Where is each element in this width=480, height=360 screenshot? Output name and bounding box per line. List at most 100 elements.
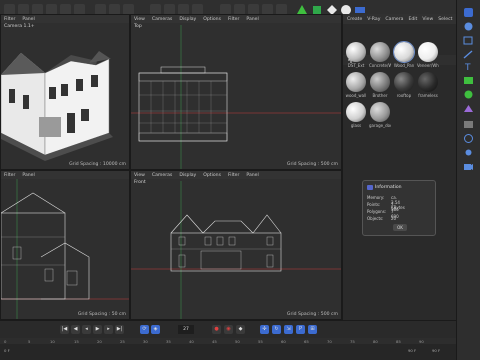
material-swatch[interactable]: Brother	[369, 72, 391, 98]
material-label: frameless	[418, 93, 438, 98]
param-key-button[interactable]: P	[296, 325, 305, 334]
move-key-button[interactable]: ✣	[260, 325, 269, 334]
material-label: Brother	[372, 93, 388, 98]
extrude-icon[interactable]	[463, 76, 474, 85]
material-swatch-selected[interactable]: Wood_Pan	[393, 41, 415, 68]
record-auto-button[interactable]: ◉	[224, 325, 233, 334]
material-swatch[interactable]: rooftop	[393, 72, 415, 98]
house-front-wireframe	[131, 181, 341, 319]
menu-vray[interactable]: V-Ray	[367, 17, 380, 22]
svg-text:T: T	[464, 63, 471, 71]
house-top-wireframe	[131, 25, 341, 169]
status-max-frame: 90 F	[432, 348, 441, 353]
info-label: Points:	[367, 202, 381, 207]
material-preview	[346, 42, 366, 62]
info-row-objects: Objects: 20	[367, 216, 396, 221]
material-preview	[346, 102, 366, 122]
material-swatch[interactable]: wood_wall	[345, 72, 367, 98]
material-swatch[interactable]: Veneer/Whit	[417, 42, 439, 68]
spline-icon[interactable]	[463, 36, 474, 45]
pla-key-button[interactable]: ⊞	[308, 325, 317, 334]
material-preview	[346, 72, 366, 92]
material-label: DST_Ext	[347, 63, 365, 68]
material-label: glass	[350, 123, 362, 128]
timeline-status: 0 F 90 F 90 F	[0, 344, 456, 360]
globe-icon[interactable]	[463, 134, 474, 143]
grid-spacing: Grid Spacing : 50 cm	[77, 312, 126, 317]
cinema4d-window: Filter Panel Camera 1.1+ Grid Spacing : …	[0, 0, 480, 360]
deformer-icon[interactable]	[463, 104, 474, 113]
pen-icon[interactable]	[463, 50, 474, 59]
grid-spacing: Grid Spacing : 10000 cm	[69, 162, 126, 167]
material-preview	[370, 72, 390, 92]
information-dialog: Information Memory: ca. 2.54 KBytes Poin…	[362, 180, 436, 236]
info-row-memory: Memory: ca. 2.54 KBytes	[367, 195, 405, 210]
camera-icon[interactable]	[463, 162, 474, 171]
material-label: Veneer/Whit	[417, 63, 439, 68]
play-button[interactable]: ▶	[93, 325, 102, 334]
house-perspective	[1, 51, 113, 161]
record-button[interactable]: ●	[212, 325, 221, 334]
grid-spacing: Grid Spacing : 500 cm	[286, 312, 338, 317]
ok-button[interactable]: OK	[393, 224, 407, 231]
menu-view[interactable]: View	[422, 17, 433, 22]
status-end-frame: 90 F	[408, 348, 417, 353]
material-preview	[370, 102, 390, 122]
keyframe-button[interactable]: ◆	[236, 325, 245, 334]
info-app-icon	[367, 185, 373, 190]
text-icon[interactable]: T	[463, 62, 474, 71]
material-menu: Create V-Ray Camera Edit View Select	[343, 14, 456, 24]
timeline: |◀ ◀ ◂ ▶ ▸ ▶| ⟳ ◈ 27 ● ◉ ◆ ✣ ↻ ⇲ P ⊞ 0 5…	[0, 320, 456, 360]
menu-edit[interactable]: Edit	[408, 17, 417, 22]
material-preview	[370, 42, 390, 62]
info-row-points: Points: 7 386	[367, 202, 399, 212]
current-frame-field[interactable]: 27	[178, 325, 194, 334]
grid-spacing: Grid Spacing : 500 cm	[286, 162, 338, 167]
next-frame-button[interactable]: ▸	[104, 325, 113, 334]
info-row-polygons: Polygons: 7 690	[367, 209, 399, 219]
material-preview	[418, 72, 438, 92]
material-label: Concrete/Wi	[369, 63, 391, 68]
next-key-button[interactable]: ▶|	[115, 325, 124, 334]
material-swatch[interactable]: glass	[345, 102, 367, 128]
prev-key-button[interactable]: ◀	[71, 325, 80, 334]
tool-sidebar: T	[456, 0, 480, 360]
menu-select[interactable]: Select	[438, 17, 452, 22]
viewport-right[interactable]: Filter Panel Grid Spacing : 50 cm	[0, 170, 130, 320]
material-swatch[interactable]: DST_Ext	[345, 42, 367, 68]
viewport-perspective[interactable]: Filter Panel Camera 1.1+ Grid Spacing : …	[0, 14, 130, 170]
rotate-key-button[interactable]: ↻	[272, 325, 281, 334]
prev-frame-button[interactable]: ◂	[82, 325, 91, 334]
viewport-top[interactable]: View Cameras Display Options Filter Pane…	[130, 14, 342, 170]
goto-start-button[interactable]: |◀	[60, 325, 69, 334]
light-icon[interactable]	[463, 148, 474, 157]
viewport-front[interactable]: View Cameras Display Options Filter Pane…	[130, 170, 342, 320]
info-label: Memory:	[367, 195, 385, 200]
info-label: Objects:	[367, 216, 384, 221]
field-icon[interactable]	[463, 120, 474, 129]
scale-key-button[interactable]: ⇲	[284, 325, 293, 334]
status-start-frame: 0 F	[4, 348, 10, 353]
material-manager: Create V-Ray Camera Edit View Select DST…	[342, 14, 456, 334]
info-value: 20	[391, 216, 397, 221]
subdivide-icon[interactable]	[463, 90, 474, 99]
sphere-icon[interactable]	[463, 22, 474, 31]
autokey-button[interactable]: ◈	[151, 325, 160, 334]
menu-create[interactable]: Create	[347, 17, 362, 22]
material-swatch[interactable]: garage_door	[369, 102, 391, 128]
material-preview	[393, 41, 415, 63]
material-label: garage_door	[369, 123, 391, 128]
material-label: rooftop	[396, 93, 412, 98]
material-preview	[394, 72, 414, 92]
info-label: Polygons:	[367, 209, 387, 214]
house-side-wireframe	[1, 179, 129, 319]
menu-camera[interactable]: Camera	[385, 17, 403, 22]
material-preview	[418, 42, 438, 62]
material-swatch[interactable]: frameless	[417, 72, 439, 98]
material-swatch[interactable]: Concrete/Wi	[369, 42, 391, 68]
material-label: Wood_Pan	[393, 63, 415, 68]
dialog-title: Information	[375, 185, 402, 190]
material-label: wood_wall	[345, 93, 367, 98]
loop-button[interactable]: ⟳	[140, 325, 149, 334]
cube-icon[interactable]	[463, 8, 474, 17]
